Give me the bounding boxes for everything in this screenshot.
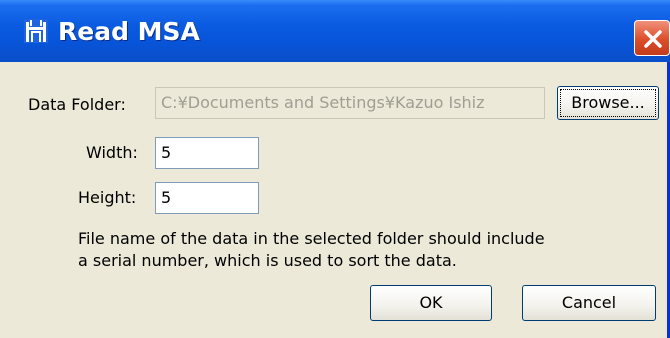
height-label: Height: xyxy=(78,188,137,207)
info-line-1: File name of the data in the selected fo… xyxy=(78,229,545,248)
title-bar[interactable]: Read MSA xyxy=(0,0,670,62)
height-input[interactable]: 5 xyxy=(155,182,259,214)
close-x-icon xyxy=(644,30,662,48)
gate-icon xyxy=(24,19,48,43)
window-title: Read MSA xyxy=(58,17,200,46)
ok-button[interactable]: OK xyxy=(370,285,492,321)
read-msa-dialog: Read MSA Data Folder: C:¥Documents and S… xyxy=(0,0,670,338)
width-label: Width: xyxy=(86,143,138,162)
data-folder-field: C:¥Documents and Settings¥Kazuo Ishiz xyxy=(155,87,545,119)
info-text: File name of the data in the selected fo… xyxy=(78,228,638,272)
info-line-2: a serial number, which is used to sort t… xyxy=(78,251,457,270)
data-folder-label: Data Folder: xyxy=(28,95,126,114)
close-button[interactable] xyxy=(634,20,670,56)
cancel-button[interactable]: Cancel xyxy=(522,285,656,321)
browse-button[interactable]: Browse... xyxy=(557,86,659,120)
width-input[interactable]: 5 xyxy=(155,137,259,169)
